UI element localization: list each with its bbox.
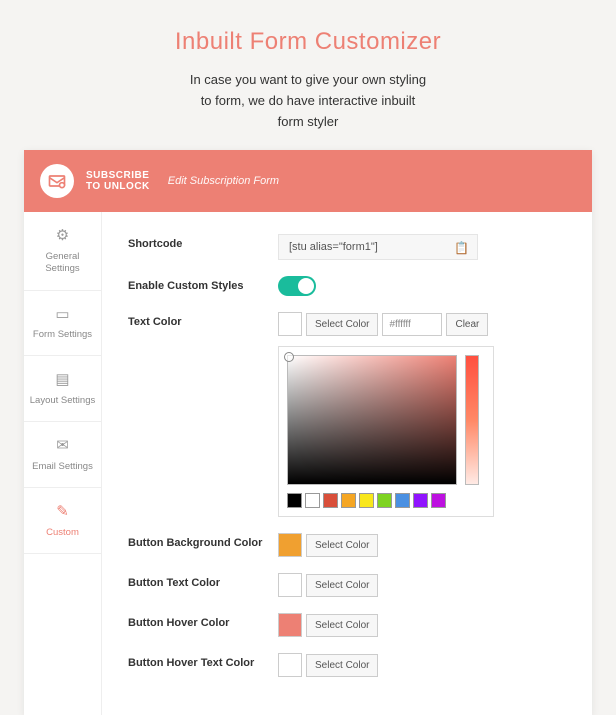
text-color-swatch[interactable] xyxy=(278,312,302,336)
palette-swatch[interactable] xyxy=(395,493,410,508)
palette-swatch[interactable] xyxy=(377,493,392,508)
sidebar-label: Form Settings xyxy=(33,329,92,341)
brush-icon: ✎ xyxy=(56,502,69,522)
settings-panel: SUBSCRIBE TO UNLOCK Edit Subscription Fo… xyxy=(24,150,592,715)
header-subtitle: Edit Subscription Form xyxy=(168,175,279,187)
desc-line: to form, we do have interactive inbuilt xyxy=(0,91,616,112)
label-btn-text: Button Text Color xyxy=(128,573,278,589)
field-btn-hover: Button Hover Color Select Color xyxy=(128,613,566,637)
field-btn-hover-text: Button Hover Text Color Select Color xyxy=(128,653,566,677)
label-text-color: Text Color xyxy=(128,312,278,328)
hex-input[interactable] xyxy=(382,313,442,336)
sidebar-label: Layout Settings xyxy=(30,395,96,407)
layout-icon: ▤ xyxy=(55,370,69,390)
sidebar: ⚙ General Settings ▭ Form Settings ▤ Lay… xyxy=(24,212,102,715)
logo-line-2: TO UNLOCK xyxy=(86,181,150,192)
palette-swatch[interactable] xyxy=(305,493,320,508)
sidebar-item-custom[interactable]: ✎ Custom xyxy=(24,488,101,554)
select-color-button[interactable]: Select Color xyxy=(306,534,378,557)
form-icon: ▭ xyxy=(55,305,69,325)
label-btn-bg: Button Background Color xyxy=(128,533,278,549)
palette-swatch[interactable] xyxy=(431,493,446,508)
logo-badge xyxy=(40,164,74,198)
btn-text-swatch[interactable] xyxy=(278,573,302,597)
sidebar-label: Email Settings xyxy=(32,461,93,473)
gear-icon: ⚙ xyxy=(56,226,69,246)
btn-hover-text-swatch[interactable] xyxy=(278,653,302,677)
sidebar-item-layout[interactable]: ▤ Layout Settings xyxy=(24,356,101,422)
content-area: Shortcode [stu alias="form1"] 📋 Enable C… xyxy=(102,212,592,715)
label-btn-hover-text: Button Hover Text Color xyxy=(128,653,278,669)
select-color-button[interactable]: Select Color xyxy=(306,654,378,677)
palette-row xyxy=(287,493,485,508)
picker-cursor xyxy=(284,352,294,362)
sidebar-label: General Settings xyxy=(28,251,97,276)
page-description: In case you want to give your own stylin… xyxy=(0,56,616,150)
label-btn-hover: Button Hover Color xyxy=(128,613,278,629)
sidebar-label: Custom xyxy=(46,527,79,539)
field-btn-text: Button Text Color Select Color xyxy=(128,573,566,597)
palette-swatch[interactable] xyxy=(323,493,338,508)
page-title: Inbuilt Form Customizer xyxy=(0,0,616,56)
clear-button[interactable]: Clear xyxy=(446,313,488,336)
palette-swatch[interactable] xyxy=(413,493,428,508)
field-btn-bg: Button Background Color Select Color xyxy=(128,533,566,557)
sidebar-item-general[interactable]: ⚙ General Settings xyxy=(24,212,101,290)
btn-hover-swatch[interactable] xyxy=(278,613,302,637)
desc-line: In case you want to give your own stylin… xyxy=(0,70,616,91)
sidebar-item-form[interactable]: ▭ Form Settings xyxy=(24,291,101,357)
mail-icon: ✉ xyxy=(56,436,69,456)
label-enable-custom: Enable Custom Styles xyxy=(128,276,278,292)
select-color-button[interactable]: Select Color xyxy=(306,574,378,597)
shortcode-input[interactable]: [stu alias="form1"] 📋 xyxy=(278,234,478,260)
enable-custom-toggle[interactable] xyxy=(278,276,316,296)
mail-lock-icon xyxy=(47,171,67,191)
panel-body: ⚙ General Settings ▭ Form Settings ▤ Lay… xyxy=(24,212,592,715)
desc-line: form styler xyxy=(0,112,616,133)
logo-text: SUBSCRIBE TO UNLOCK xyxy=(86,170,150,192)
field-text-color: Text Color Select Color Clear xyxy=(128,312,566,517)
copy-icon[interactable]: 📋 xyxy=(454,241,469,255)
btn-bg-swatch[interactable] xyxy=(278,533,302,557)
color-picker xyxy=(278,346,494,517)
palette-swatch[interactable] xyxy=(359,493,374,508)
palette-swatch[interactable] xyxy=(341,493,356,508)
field-shortcode: Shortcode [stu alias="form1"] 📋 xyxy=(128,234,566,260)
label-shortcode: Shortcode xyxy=(128,234,278,250)
palette-swatch[interactable] xyxy=(287,493,302,508)
toggle-knob xyxy=(298,278,314,294)
select-color-button[interactable]: Select Color xyxy=(306,614,378,637)
panel-header: SUBSCRIBE TO UNLOCK Edit Subscription Fo… xyxy=(24,150,592,212)
logo-line-1: SUBSCRIBE xyxy=(86,170,150,181)
picker-canvas[interactable] xyxy=(287,355,457,485)
select-color-button[interactable]: Select Color xyxy=(306,313,378,336)
field-enable-custom: Enable Custom Styles xyxy=(128,276,566,296)
sidebar-item-email[interactable]: ✉ Email Settings xyxy=(24,422,101,488)
hue-slider[interactable] xyxy=(465,355,479,485)
shortcode-text: [stu alias="form1"] xyxy=(289,241,378,253)
